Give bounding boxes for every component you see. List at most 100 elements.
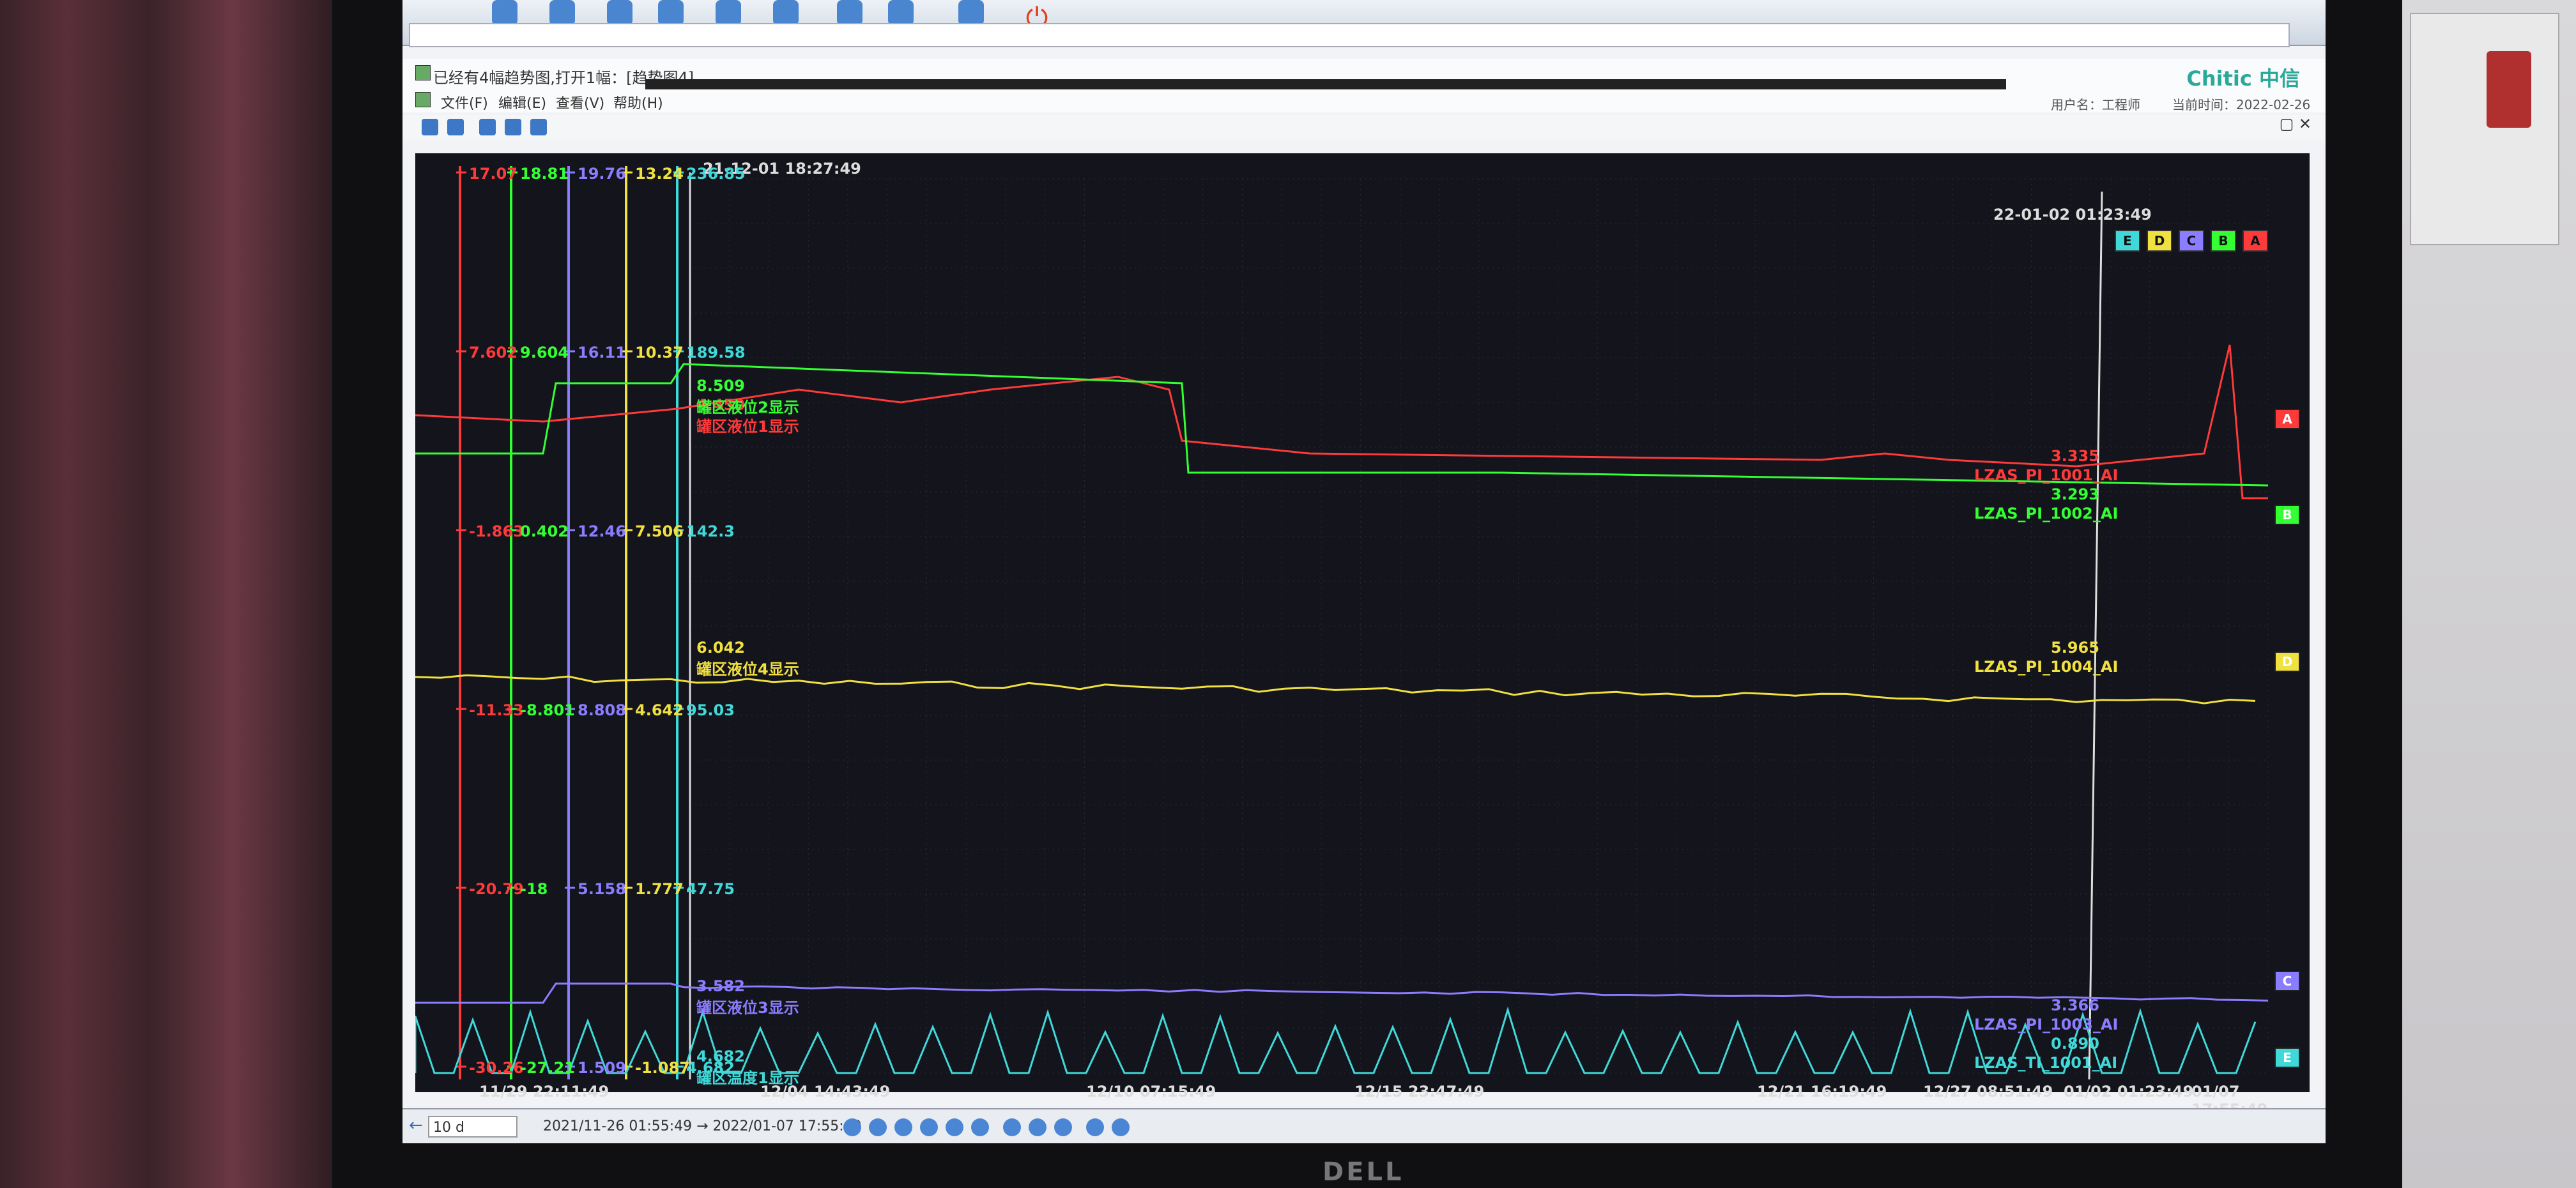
time-tick-label: 12/21 16:19:49 [1757, 1083, 1887, 1100]
series-marker-C[interactable]: C [2274, 971, 2300, 991]
axis-tick-label-D: 7.506 [635, 522, 684, 540]
toolbar-icon-9[interactable] [958, 0, 984, 26]
chart-toolbar: ▢ ✕ [402, 115, 2326, 141]
legend-item-C[interactable]: C [2179, 230, 2204, 252]
series-start-value-D: 6.042 [696, 639, 745, 657]
open-icon[interactable] [447, 119, 464, 135]
legend-item-D[interactable]: D [2147, 230, 2172, 252]
axis-tick-label-E: 95.03 [686, 701, 735, 719]
bottom-controls: ← 10 d 2021/11-26 01:55:49 → 2022/01-07 … [402, 1108, 2326, 1143]
axis-tick-label-C: 12.46 [578, 522, 626, 540]
axis-tick-label-A: 17.07 [469, 165, 518, 183]
info-icon[interactable] [971, 1118, 989, 1136]
window-controls[interactable]: ▢ ✕ [2280, 115, 2312, 133]
series-name-D: 罐区液位4显示 [696, 660, 799, 678]
zoom-out-icon[interactable] [920, 1118, 938, 1136]
export-icon[interactable] [505, 119, 521, 135]
time-range: 2021/11-26 01:55:49 → 2022/01-07 17:55:4… [543, 1118, 862, 1134]
legend-item-E[interactable]: E [2115, 230, 2140, 252]
series-marker-D[interactable]: D [2274, 651, 2300, 672]
screen: ⏻ 已经有4幅趋势图,打开1幅：[趋势图4] Chitic 中信 文件(F) 编… [402, 0, 2326, 1143]
curtain-background [0, 0, 332, 1188]
toolbar-icon-3[interactable] [607, 0, 632, 26]
menu-file[interactable]: 文件(F) [441, 92, 488, 112]
series-name-E: 罐区温度1显示 [696, 1069, 799, 1087]
zoom-in-icon[interactable] [894, 1118, 912, 1136]
trend-chart[interactable]: 21-12-01 18:27:49 22-01-02 01:23:49 EDCB… [414, 153, 2310, 1118]
axis-tick-label-A: -11.33 [469, 701, 524, 719]
toolbar-icon-1[interactable] [492, 0, 518, 26]
menu-bar: 文件(F) 编辑(E) 查看(V) 帮助(H) 用户名：工程师 当前时间：202… [402, 89, 2326, 128]
trend-chart-svg[interactable] [414, 153, 2310, 1092]
series-cursor-value-D: 5.965 [2051, 639, 2099, 657]
series-name-A: 罐区液位1显示 [696, 418, 799, 436]
axis-tick-label-D: 1.777 [635, 880, 684, 898]
zoom-fit-icon[interactable] [946, 1118, 963, 1136]
copy-icon[interactable] [1054, 1118, 1072, 1136]
series-marker-E[interactable]: E [2274, 1047, 2300, 1068]
axis-tick-label-B: -27.21 [520, 1059, 575, 1077]
wall-red-box [2487, 51, 2531, 128]
time-tick-label: 12/15 23:47:49 [1354, 1083, 1485, 1100]
toolbar-icon-6[interactable] [773, 0, 799, 26]
axis-tick-label-C: 8.808 [578, 701, 626, 719]
series-cursor-value-B: 3.293 [2051, 485, 2099, 503]
series-tag-E: LZAS_TI_1001_AI [1974, 1054, 2118, 1072]
user-label: 用户名：工程师 [2051, 97, 2140, 112]
axis-tick-label-D: 10.37 [635, 344, 684, 362]
axis-tick-label-E: 142.3 [686, 522, 735, 540]
duration-select[interactable]: 10 d [428, 1116, 518, 1138]
window-app-icon [415, 65, 431, 80]
new-icon[interactable] [422, 119, 438, 135]
back-icon[interactable]: ← [409, 1116, 423, 1135]
toolbar-icon-2[interactable] [549, 0, 575, 26]
wall-device [2410, 13, 2559, 245]
series-marker-A[interactable]: A [2274, 409, 2300, 429]
legend-item-B[interactable]: B [2211, 230, 2236, 252]
menu-edit[interactable]: 编辑(E) [498, 92, 546, 112]
stop-icon[interactable] [1112, 1118, 1130, 1136]
settings-icon[interactable] [530, 119, 547, 135]
monitor-frame: ⏻ 已经有4幅趋势图,打开1幅：[趋势图4] Chitic 中信 文件(F) 编… [332, 0, 2402, 1188]
series-tag-C: LZAS_PI_1003_AI [1974, 1016, 2119, 1033]
axis-tick-label-E: 189.58 [686, 344, 746, 362]
axis-tick-label-A: -30.26 [469, 1059, 524, 1077]
axis-tick-label-C: 19.76 [578, 165, 626, 183]
save-icon[interactable] [479, 119, 496, 135]
legend-item-A[interactable]: A [2242, 230, 2268, 252]
series-name-B: 罐区液位2显示 [696, 399, 799, 416]
print-icon[interactable] [1029, 1118, 1046, 1136]
series-start-value-E: 4.682 [696, 1047, 745, 1065]
refresh-icon[interactable] [1086, 1118, 1104, 1136]
time-tick-label: 12/27 08:51:49 [1923, 1083, 2053, 1100]
axis-tick-label-E: 236.85 [686, 165, 746, 183]
axis-tick-label-E: 47.75 [686, 880, 735, 898]
series-marker-B[interactable]: B [2274, 505, 2300, 525]
axis-tick-label-B: 0.402 [520, 522, 569, 540]
axis-tick-label-D: 4.642 [635, 701, 684, 719]
toolbar-icon-4[interactable] [658, 0, 684, 26]
play-icon[interactable] [843, 1118, 861, 1136]
axis-tick-label-A: -1.863 [469, 522, 524, 540]
series-name-C: 罐区液位3显示 [696, 999, 799, 1017]
toolbar-icon-8[interactable] [888, 0, 914, 26]
axis-tick-label-C: 1.509 [578, 1059, 626, 1077]
series-cursor-value-E: 0.890 [2051, 1035, 2099, 1053]
axis-tick-label-C: 16.11 [578, 344, 626, 362]
menu-app-icon [415, 92, 431, 107]
time-tick-label: 12/10 07:15:49 [1086, 1083, 1216, 1100]
menu-help[interactable]: 帮助(H) [613, 92, 663, 112]
axis-tick-label-D: -1.087 [635, 1059, 690, 1077]
monitor-brand: DELL [1322, 1157, 1404, 1187]
menu-view[interactable]: 查看(V) [556, 92, 604, 112]
chart-cursor-time: 22-01-02 01:23:49 [1993, 206, 2152, 224]
address-bar[interactable] [409, 23, 2290, 47]
toolbar-icon-5[interactable] [716, 0, 741, 26]
toolbar-icon-7[interactable] [837, 0, 862, 26]
axis-tick-label-B: -18 [520, 880, 548, 898]
chart-background [415, 153, 2310, 1092]
pause-icon[interactable] [869, 1118, 887, 1136]
list-icon[interactable] [1003, 1118, 1021, 1136]
series-start-value-C: 3.582 [696, 977, 745, 995]
axis-tick-label-A: -20.79 [469, 880, 524, 898]
